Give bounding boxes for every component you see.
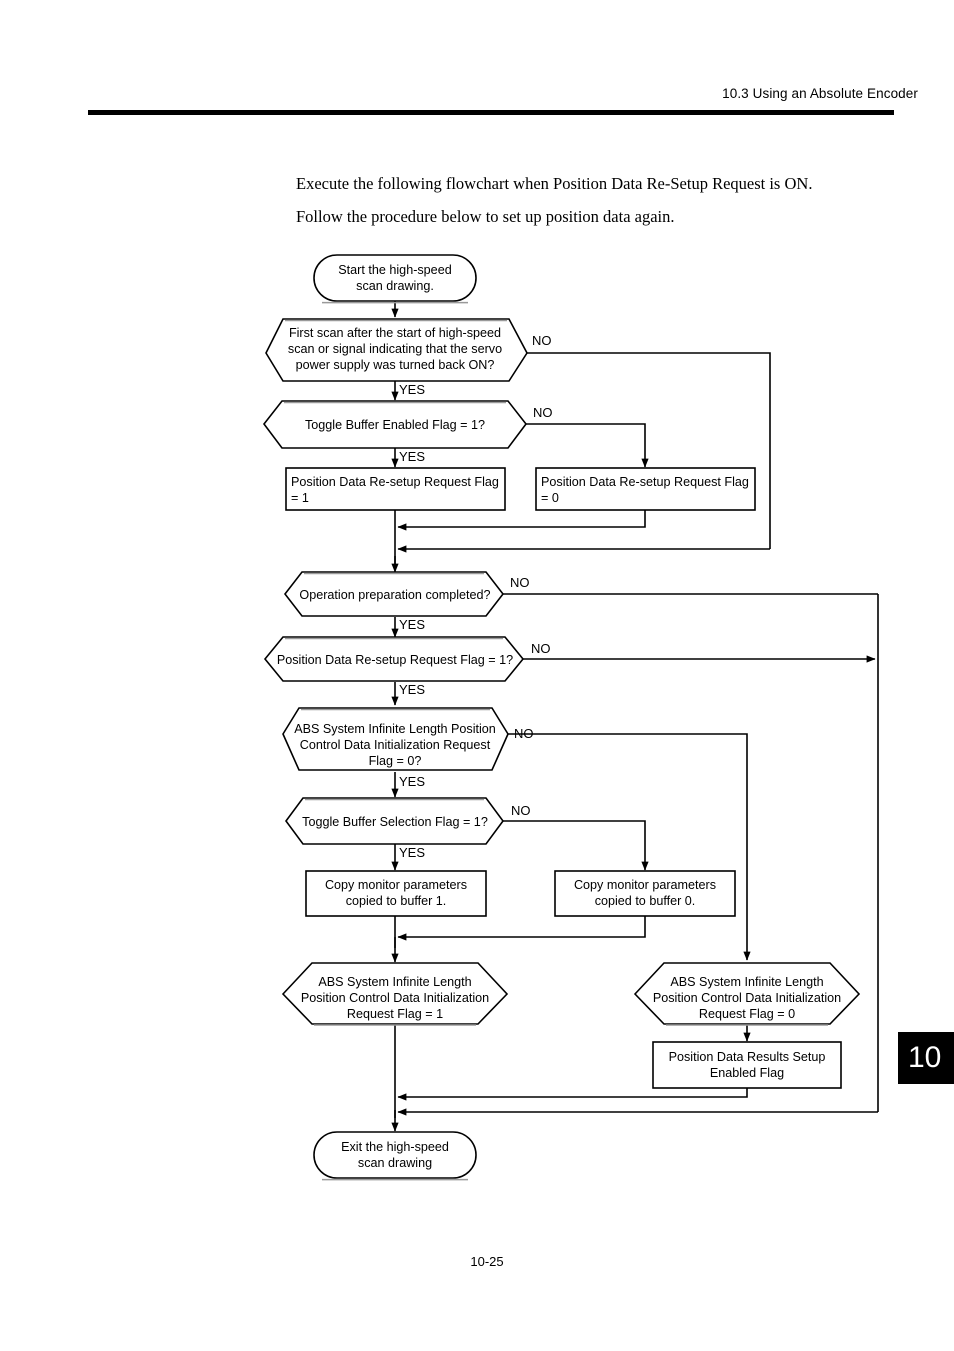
node-hex-abs-request-flag-0-line-3: Request Flag = 0 bbox=[699, 1007, 795, 1021]
node-process-resetup-flag-0-line-2: = 0 bbox=[541, 491, 559, 505]
branch-label-no-toggle-enabled: NO bbox=[533, 405, 553, 420]
node-hex-abs-request-flag-0-line-1: ABS System Infinite Length bbox=[670, 975, 823, 989]
node-decision-abs-init-flag-0-line-3: Flag = 0? bbox=[369, 754, 422, 768]
node-process-resetup-flag-0: Position Data Re-setup Request Flag = 0 bbox=[535, 467, 756, 511]
branch-label-yes-toggle-enabled: YES bbox=[399, 449, 425, 464]
footer-page-number: 10-25 bbox=[470, 1254, 504, 1269]
node-decision-abs-init-flag-0-line-2: Control Data Initialization Request bbox=[300, 738, 491, 752]
branch-label-yes-first-scan: YES bbox=[399, 382, 425, 397]
node-decision-first-scan-line-1: First scan after the start of high-speed bbox=[289, 326, 501, 340]
chapter-number-tab: 10 bbox=[898, 1032, 954, 1084]
node-process-results-setup: Position Data Results Setup Enabled Flag bbox=[652, 1041, 842, 1089]
node-hex-abs-request-flag-0-line-2: Position Control Data Initialization bbox=[653, 991, 841, 1005]
node-exit: Exit the high-speed scan drawing bbox=[313, 1131, 477, 1181]
node-hex-abs-request-flag-1-line-2: Position Control Data Initialization bbox=[301, 991, 489, 1005]
node-process-resetup-flag-0-line-1: Position Data Re-setup Request Flag bbox=[541, 475, 749, 489]
node-decision-toggle-enabled: Toggle Buffer Enabled Flag = 1? bbox=[262, 400, 528, 449]
node-decision-resetup-request: Position Data Re-setup Request Flag = 1? bbox=[263, 636, 525, 682]
node-decision-abs-init-flag-0: ABS System Infinite Length Position Cont… bbox=[282, 707, 509, 771]
node-process-copy-buffer-0-line-1: Copy monitor parameters bbox=[574, 878, 716, 892]
node-process-results-setup-line-1: Position Data Results Setup bbox=[669, 1050, 826, 1064]
node-exit-line-1: Exit the high-speed bbox=[341, 1140, 449, 1154]
node-decision-operation-prep-line-1: Operation preparation completed? bbox=[299, 588, 490, 602]
node-hex-abs-request-flag-1-line-1: ABS System Infinite Length bbox=[318, 975, 471, 989]
node-process-copy-buffer-1: Copy monitor parameters copied to buffer… bbox=[305, 870, 487, 917]
node-decision-toggle-enabled-line-1: Toggle Buffer Enabled Flag = 1? bbox=[305, 418, 485, 432]
node-process-resetup-flag-1-line-1: Position Data Re-setup Request Flag bbox=[291, 475, 499, 489]
branch-label-yes-toggle-selection: YES bbox=[399, 845, 425, 860]
node-start-line-1: Start the high-speed bbox=[338, 263, 451, 277]
node-exit-line-2: scan drawing bbox=[358, 1156, 432, 1170]
branch-label-no-operation-prep: NO bbox=[510, 575, 530, 590]
node-process-copy-buffer-1-line-2: copied to buffer 1. bbox=[346, 894, 447, 908]
node-process-copy-buffer-1-line-1: Copy monitor parameters bbox=[325, 878, 467, 892]
node-hex-abs-request-flag-1-line-3: Request Flag = 1 bbox=[347, 1007, 443, 1021]
node-process-results-setup-line-2: Enabled Flag bbox=[710, 1066, 784, 1080]
node-decision-resetup-request-line-1: Position Data Re-setup Request Flag = 1? bbox=[277, 653, 513, 667]
node-hex-abs-request-flag-1: ABS System Infinite Length Position Cont… bbox=[281, 962, 509, 1026]
node-decision-first-scan-line-2: scan or signal indicating that the servo bbox=[288, 342, 502, 356]
document-page: 10.3 Using an Absolute Encoder Execute t… bbox=[0, 0, 954, 1351]
node-start: Start the high-speed scan drawing. bbox=[313, 254, 477, 304]
node-process-copy-buffer-0: Copy monitor parameters copied to buffer… bbox=[554, 870, 736, 917]
branch-label-no-abs-init: NO bbox=[514, 726, 534, 741]
branch-label-no-toggle-selection: NO bbox=[511, 803, 531, 818]
position-data-resetup-flowchart: Start the high-speed scan drawing. First… bbox=[0, 0, 954, 1351]
branch-label-no-resetup-request: NO bbox=[531, 641, 551, 656]
node-process-copy-buffer-0-line-2: copied to buffer 0. bbox=[595, 894, 696, 908]
branch-label-yes-abs-init: YES bbox=[399, 774, 425, 789]
node-decision-operation-prep: Operation preparation completed? bbox=[283, 571, 505, 617]
branch-label-yes-operation-prep: YES bbox=[399, 617, 425, 632]
node-start-line-2: scan drawing. bbox=[356, 279, 434, 293]
branch-label-yes-resetup-request: YES bbox=[399, 682, 425, 697]
branch-label-no-first-scan: NO bbox=[532, 333, 552, 348]
node-process-resetup-flag-1-line-2: = 1 bbox=[291, 491, 309, 505]
node-process-resetup-flag-1: Position Data Re-setup Request Flag = 1 bbox=[285, 467, 506, 511]
node-decision-toggle-selection: Toggle Buffer Selection Flag = 1? bbox=[285, 797, 504, 845]
node-decision-toggle-selection-line-1: Toggle Buffer Selection Flag = 1? bbox=[302, 815, 488, 829]
node-hex-abs-request-flag-0: ABS System Infinite Length Position Cont… bbox=[633, 962, 861, 1026]
node-decision-first-scan: First scan after the start of high-speed… bbox=[265, 318, 528, 382]
node-decision-abs-init-flag-0-line-1: ABS System Infinite Length Position bbox=[294, 722, 496, 736]
node-decision-first-scan-line-3: power supply was turned back ON? bbox=[296, 358, 495, 372]
